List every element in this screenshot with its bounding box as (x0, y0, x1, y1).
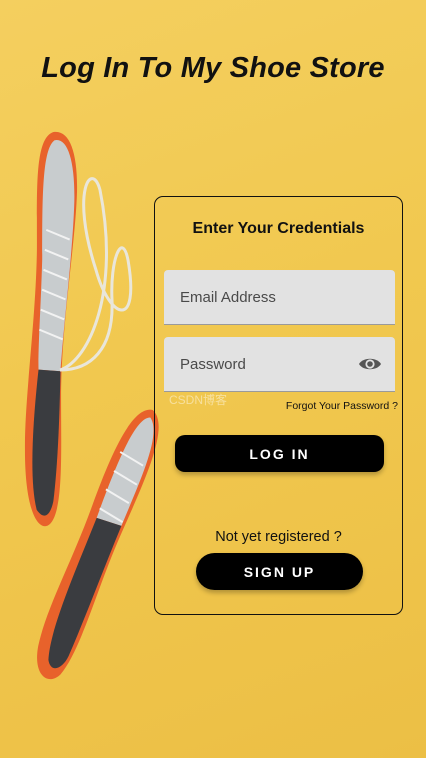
password-field-container (164, 337, 395, 392)
page-title: Log In To My Shoe Store (41, 52, 385, 84)
eye-icon[interactable] (358, 354, 382, 374)
credentials-heading: Enter Your Credentials (192, 220, 365, 237)
sneakers-image (24, 132, 159, 679)
login-panel: Enter Your Credentials CSDN博客 Forgot You… (154, 196, 403, 615)
forgot-password-link[interactable]: Forgot Your Password ? (286, 400, 398, 412)
login-button[interactable]: LOG IN (175, 435, 384, 472)
email-field[interactable] (164, 270, 395, 324)
watermark-text: CSDN博客 (169, 393, 228, 407)
signup-button[interactable]: SIGN UP (196, 553, 363, 590)
not-registered-text: Not yet registered ? (215, 529, 342, 545)
email-field-container (164, 270, 395, 325)
